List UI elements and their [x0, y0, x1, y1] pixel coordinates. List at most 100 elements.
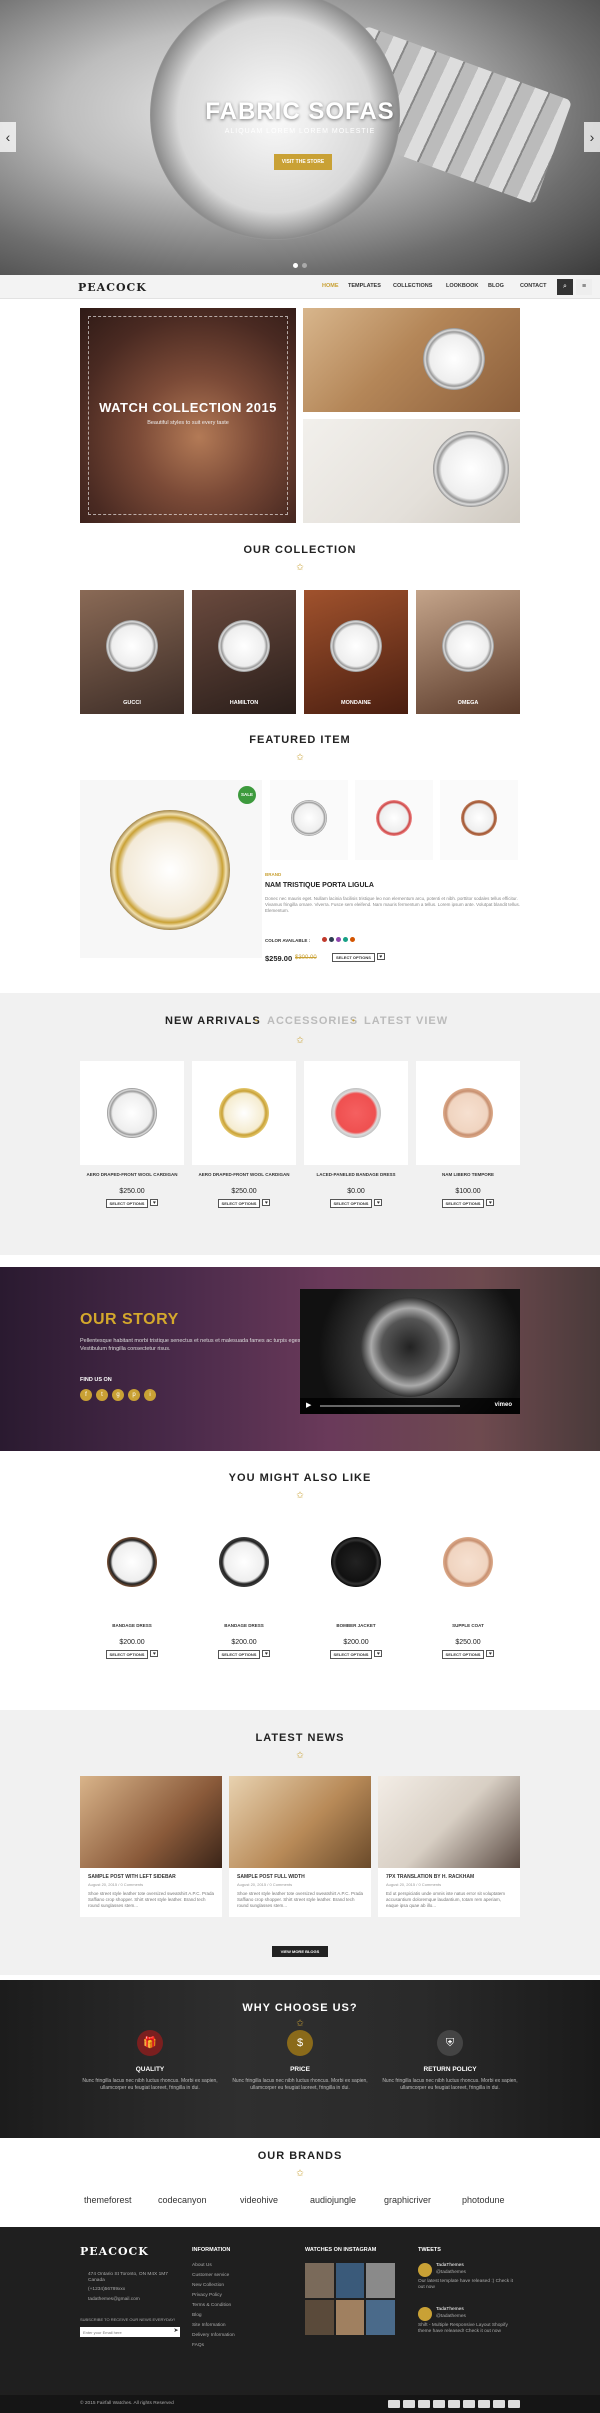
- featured-thumb[interactable]: [440, 780, 518, 860]
- product-card[interactable]: AERO DRAPED-FRONT WOOL CARDIGAN $250.00 …: [80, 1061, 184, 1208]
- brand-themeforest[interactable]: themeforest: [84, 2195, 132, 2205]
- product-name[interactable]: BANDAGE DRESS: [192, 1622, 296, 1636]
- product-card[interactable]: BANDAGE DRESS $200.00 SELECT OPTIONS ♥: [80, 1512, 184, 1659]
- video-player[interactable]: ▶ vimeo: [300, 1289, 520, 1414]
- heart-icon[interactable]: ♥: [376, 953, 385, 960]
- instagram-photo[interactable]: [335, 2300, 365, 2335]
- select-options-button[interactable]: SELECT OPTIONS: [441, 1199, 485, 1208]
- collection-item-mondaine[interactable]: MONDAINE: [304, 590, 408, 714]
- pinterest-icon[interactable]: p: [128, 1389, 140, 1401]
- heart-icon[interactable]: ♥: [262, 1199, 271, 1206]
- instagram-photo[interactable]: [366, 2300, 395, 2335]
- nav-blog[interactable]: BLOG: [488, 283, 504, 289]
- slider-dot[interactable]: [302, 263, 307, 268]
- facebook-icon[interactable]: f: [80, 1389, 92, 1401]
- brand-photodune[interactable]: photodune: [462, 2195, 505, 2205]
- collection-item-hamilton[interactable]: HAMILTON: [192, 590, 296, 714]
- play-icon[interactable]: ▶: [306, 1401, 311, 1409]
- product-card[interactable]: NAM LIBERO TEMPORE $100.00 SELECT OPTION…: [416, 1061, 520, 1208]
- product-name[interactable]: BANDAGE DRESS: [80, 1622, 184, 1636]
- brand-audiojungle[interactable]: audiojungle: [310, 2195, 356, 2205]
- featured-thumb[interactable]: [355, 780, 433, 860]
- news-card[interactable]: SAMPLE POST WITH LEFT SIDEBAR August 20,…: [80, 1776, 222, 1917]
- heart-icon[interactable]: ♥: [486, 1650, 495, 1657]
- product-image[interactable]: [304, 1512, 408, 1616]
- tab-latest-view[interactable]: LATEST VIEW: [364, 1015, 448, 1027]
- product-image[interactable]: [416, 1061, 520, 1165]
- menu-icon[interactable]: ≡: [576, 279, 592, 295]
- video-progress[interactable]: [320, 1405, 460, 1407]
- twitter-icon[interactable]: t: [96, 1389, 108, 1401]
- brand-videohive[interactable]: videohive: [240, 2195, 278, 2205]
- slider-dot[interactable]: [293, 263, 298, 268]
- heart-icon[interactable]: ♥: [486, 1199, 495, 1206]
- product-image[interactable]: [80, 1512, 184, 1616]
- nav-home[interactable]: HOME: [322, 283, 339, 289]
- nav-templates[interactable]: TEMPLATES: [348, 283, 381, 289]
- search-icon[interactable]: ⌕: [557, 279, 573, 295]
- heart-icon[interactable]: ♥: [150, 1650, 159, 1657]
- logo[interactable]: PEACOCK: [78, 281, 147, 294]
- banner-watch-silver[interactable]: [303, 419, 520, 523]
- color-swatch[interactable]: [329, 937, 334, 942]
- collection-banner[interactable]: WATCH COLLECTION 2015 Beautiful styles t…: [80, 308, 296, 523]
- color-swatch[interactable]: [343, 937, 348, 942]
- product-image[interactable]: [416, 1512, 520, 1616]
- footer-link[interactable]: Delivery Information: [192, 2333, 235, 2338]
- visit-store-button[interactable]: VISIT THE STORE: [274, 154, 332, 170]
- select-options-button[interactable]: SELECT OPTIONS: [105, 1199, 149, 1208]
- select-options-button[interactable]: SELECT OPTIONS: [441, 1650, 485, 1659]
- product-image[interactable]: [80, 1061, 184, 1165]
- tweet-user[interactable]: TadaThemes: [436, 2307, 464, 2312]
- newsletter-input[interactable]: [80, 2327, 180, 2337]
- hero-prev-arrow[interactable]: ‹: [0, 122, 16, 152]
- footer-logo[interactable]: PEACOCK: [80, 2245, 149, 2258]
- product-card[interactable]: BOMBER JACKET $200.00 SELECT OPTIONS ♥: [304, 1512, 408, 1659]
- instagram-photo[interactable]: [335, 2263, 365, 2298]
- featured-main-image[interactable]: [80, 780, 262, 958]
- product-image[interactable]: [304, 1061, 408, 1165]
- tab-accessories[interactable]: ACCESSORIES: [267, 1015, 358, 1027]
- footer-link[interactable]: Blog: [192, 2313, 202, 2318]
- news-image[interactable]: [378, 1776, 520, 1868]
- instagram-photo[interactable]: [366, 2263, 395, 2298]
- heart-icon[interactable]: ♥: [374, 1199, 383, 1206]
- footer-link[interactable]: About Us: [192, 2263, 212, 2268]
- news-card[interactable]: 7PX TRANSLATION BY H. RACKHAM August 20,…: [378, 1776, 520, 1917]
- heart-icon[interactable]: ♥: [374, 1650, 383, 1657]
- product-image[interactable]: [192, 1512, 296, 1616]
- collection-item-gucci[interactable]: GUCCI: [80, 590, 184, 714]
- banner-watch-gold[interactable]: [303, 308, 520, 412]
- tweet-user[interactable]: TadaThemes: [436, 2263, 464, 2268]
- product-card[interactable]: BANDAGE DRESS $200.00 SELECT OPTIONS ♥: [192, 1512, 296, 1659]
- footer-link[interactable]: Site Information: [192, 2323, 226, 2328]
- select-options-button[interactable]: SELECT OPTIONS: [217, 1650, 261, 1659]
- nav-contact[interactable]: CONTACT: [520, 283, 546, 289]
- tweet-handle[interactable]: @tadathemes: [436, 2270, 466, 2275]
- product-name[interactable]: AERO DRAPED-FRONT WOOL CARDIGAN: [192, 1171, 296, 1185]
- news-post-title[interactable]: SAMPLE POST WITH LEFT SIDEBAR: [80, 1868, 222, 1882]
- product-name[interactable]: SUPPLE COAT: [416, 1622, 520, 1636]
- product-name[interactable]: BOMBER JACKET: [304, 1622, 408, 1636]
- hero-next-arrow[interactable]: ›: [584, 122, 600, 152]
- heart-icon[interactable]: ♥: [150, 1199, 159, 1206]
- view-more-blogs-button[interactable]: VIEW MORE BLOGS: [272, 1946, 328, 1957]
- instagram-photo[interactable]: [305, 2300, 334, 2335]
- product-name[interactable]: LACED-PANELED BANDAGE DRESS: [304, 1171, 408, 1185]
- collection-item-omega[interactable]: OMEGA: [416, 590, 520, 714]
- brand-codecanyon[interactable]: codecanyon: [158, 2195, 207, 2205]
- google-plus-icon[interactable]: g: [112, 1389, 124, 1401]
- news-post-title[interactable]: SAMPLE POST FULL WIDTH: [229, 1868, 371, 1882]
- featured-name[interactable]: NAM TRISTIQUE PORTA LIGULA: [265, 882, 374, 889]
- select-options-button[interactable]: SELECT OPTIONS: [217, 1199, 261, 1208]
- vimeo-logo[interactable]: vimeo: [495, 1402, 512, 1408]
- product-name[interactable]: NAM LIBERO TEMPORE: [416, 1171, 520, 1185]
- product-card[interactable]: SUPPLE COAT $250.00 SELECT OPTIONS ♥: [416, 1512, 520, 1659]
- product-card[interactable]: AERO DRAPED-FRONT WOOL CARDIGAN $250.00 …: [192, 1061, 296, 1208]
- news-post-title[interactable]: 7PX TRANSLATION BY H. RACKHAM: [378, 1868, 520, 1882]
- footer-email[interactable]: tadathemes@gmail.com: [88, 2297, 140, 2302]
- instagram-photo[interactable]: [305, 2263, 334, 2298]
- product-image[interactable]: [192, 1061, 296, 1165]
- news-card[interactable]: SAMPLE POST FULL WIDTH August 20, 2015 /…: [229, 1776, 371, 1917]
- select-options-button[interactable]: SELECT OPTIONS: [105, 1650, 149, 1659]
